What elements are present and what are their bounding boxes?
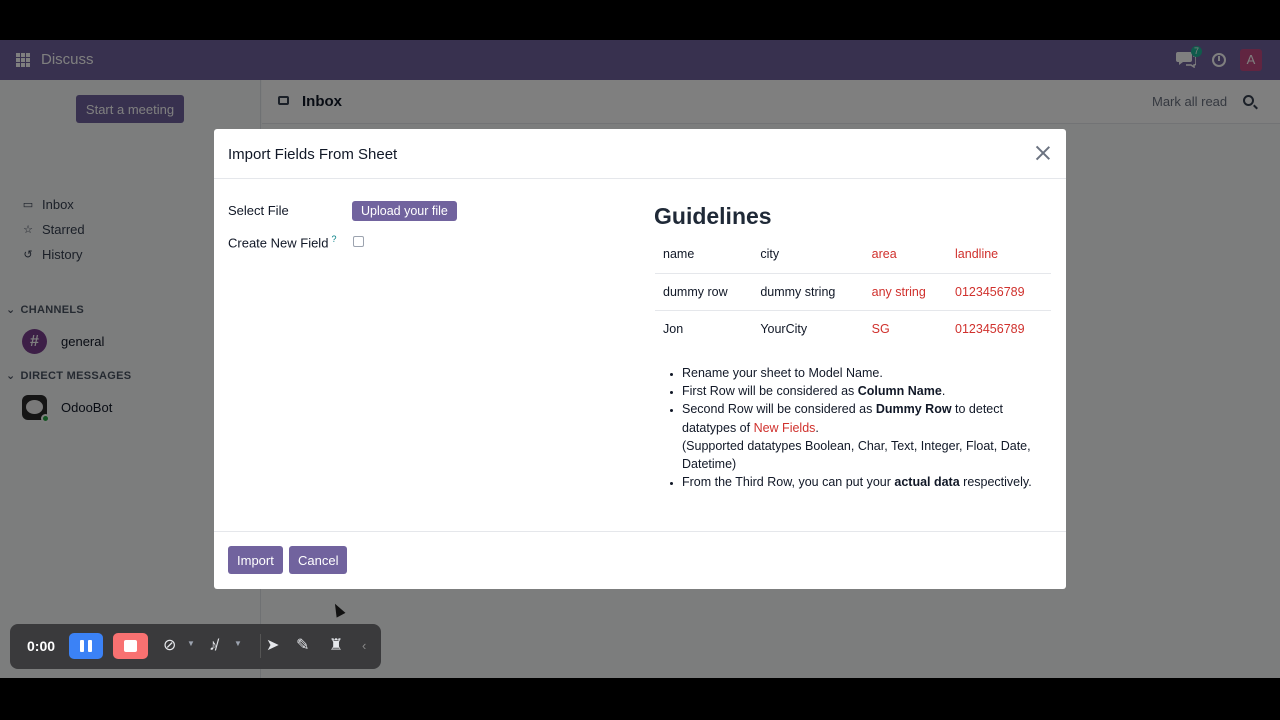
list-item: Rename your sheet to Model Name.	[682, 364, 1058, 382]
collapse-toolbar-icon[interactable]: ‹	[362, 635, 366, 657]
mic-off-icon[interactable]: ♪̸	[209, 635, 217, 657]
rule-highlight: New Fields	[753, 420, 816, 435]
table-cell: dummy row	[655, 273, 753, 311]
rule-text: .	[941, 384, 946, 399]
upload-file-button[interactable]: Upload your file	[352, 201, 457, 221]
table-cell: SG	[871, 321, 890, 336]
import-fields-dialog: Import Fields From Sheet Select File Upl…	[214, 129, 1066, 589]
guidelines-list: Rename your sheet to Model Name. First R…	[668, 364, 1058, 491]
table-cell: 0123456789	[955, 321, 1025, 336]
app-window: Discuss 7 A Start a meeting ▭ Inbox ☆ St…	[0, 40, 1280, 678]
table-cell: dummy string	[752, 273, 864, 311]
import-button[interactable]: Import	[228, 546, 283, 574]
table-row: name city area landline	[655, 236, 1051, 274]
pointer-icon[interactable]: ➤	[266, 635, 279, 657]
supported-datatypes-text: (Supported datatypes Boolean, Char, Text…	[682, 438, 1031, 472]
chevron-down-icon[interactable]: ▼	[234, 639, 242, 648]
eraser-icon[interactable]: ♜	[329, 635, 343, 657]
rule-bold: Dummy Row	[875, 402, 952, 417]
rule-text: respectively.	[959, 475, 1032, 490]
rule-bold: actual data	[894, 475, 960, 490]
table-cell: landline	[947, 236, 1051, 274]
table-cell: Jon	[663, 321, 684, 336]
cancel-button[interactable]: Cancel	[289, 546, 348, 574]
create-new-field-checkbox[interactable]	[353, 236, 364, 247]
chevron-down-icon[interactable]: ▼	[187, 639, 195, 648]
rule-bold: Column Name	[857, 384, 942, 399]
toolbar-divider	[260, 634, 261, 658]
dialog-footer: Import Cancel	[214, 531, 1066, 589]
select-file-label: Select File	[228, 203, 289, 218]
guidelines-table: name city area landline dummy row dummy …	[655, 236, 1051, 347]
create-new-field-label: Create New Field?	[228, 234, 336, 250]
rule-text: First Row will be considered as	[682, 384, 858, 399]
table-cell: YourCity	[760, 321, 808, 336]
pause-button[interactable]	[69, 633, 103, 659]
rule-text: Second Row will be considered as	[682, 402, 876, 417]
table-cell: 0123456789	[947, 273, 1051, 311]
rule-text: .	[815, 420, 819, 435]
list-item: From the Third Row, you can put your act…	[682, 473, 1058, 491]
table-row: dummy row dummy string any string 012345…	[655, 273, 1051, 311]
table-cell: name	[655, 236, 753, 274]
camera-off-icon[interactable]: ⊘	[163, 635, 176, 657]
create-new-field-text: Create New Field	[228, 235, 329, 251]
table-cell: area	[863, 236, 948, 274]
rule-text: From the Third Row, you can put your	[682, 475, 895, 490]
dialog-title: Import Fields From Sheet	[228, 146, 398, 163]
recording-timer: 0:00	[27, 638, 56, 654]
stop-button[interactable]	[113, 633, 148, 659]
table-cell: any string	[863, 273, 948, 311]
list-item: First Row will be considered as Column N…	[682, 382, 1058, 400]
help-tooltip-icon[interactable]: ?	[331, 234, 336, 244]
dialog-header: Import Fields From Sheet	[214, 129, 1066, 179]
guidelines-heading: Guidelines	[654, 203, 772, 229]
rule-text: Rename your sheet to Model Name.	[682, 366, 883, 380]
list-item: Second Row will be considered as Dummy R…	[682, 400, 1058, 473]
screen-recorder-toolbar: 0:00 ⊘ ▼ ♪̸ ▼ ➤ ✎ ♜ ‹	[10, 624, 381, 669]
close-icon[interactable]	[1034, 144, 1052, 162]
table-row: Jon YourCity SG 0123456789	[655, 310, 1051, 347]
pen-icon[interactable]: ✎	[296, 635, 309, 657]
table-cell: city	[752, 236, 864, 274]
